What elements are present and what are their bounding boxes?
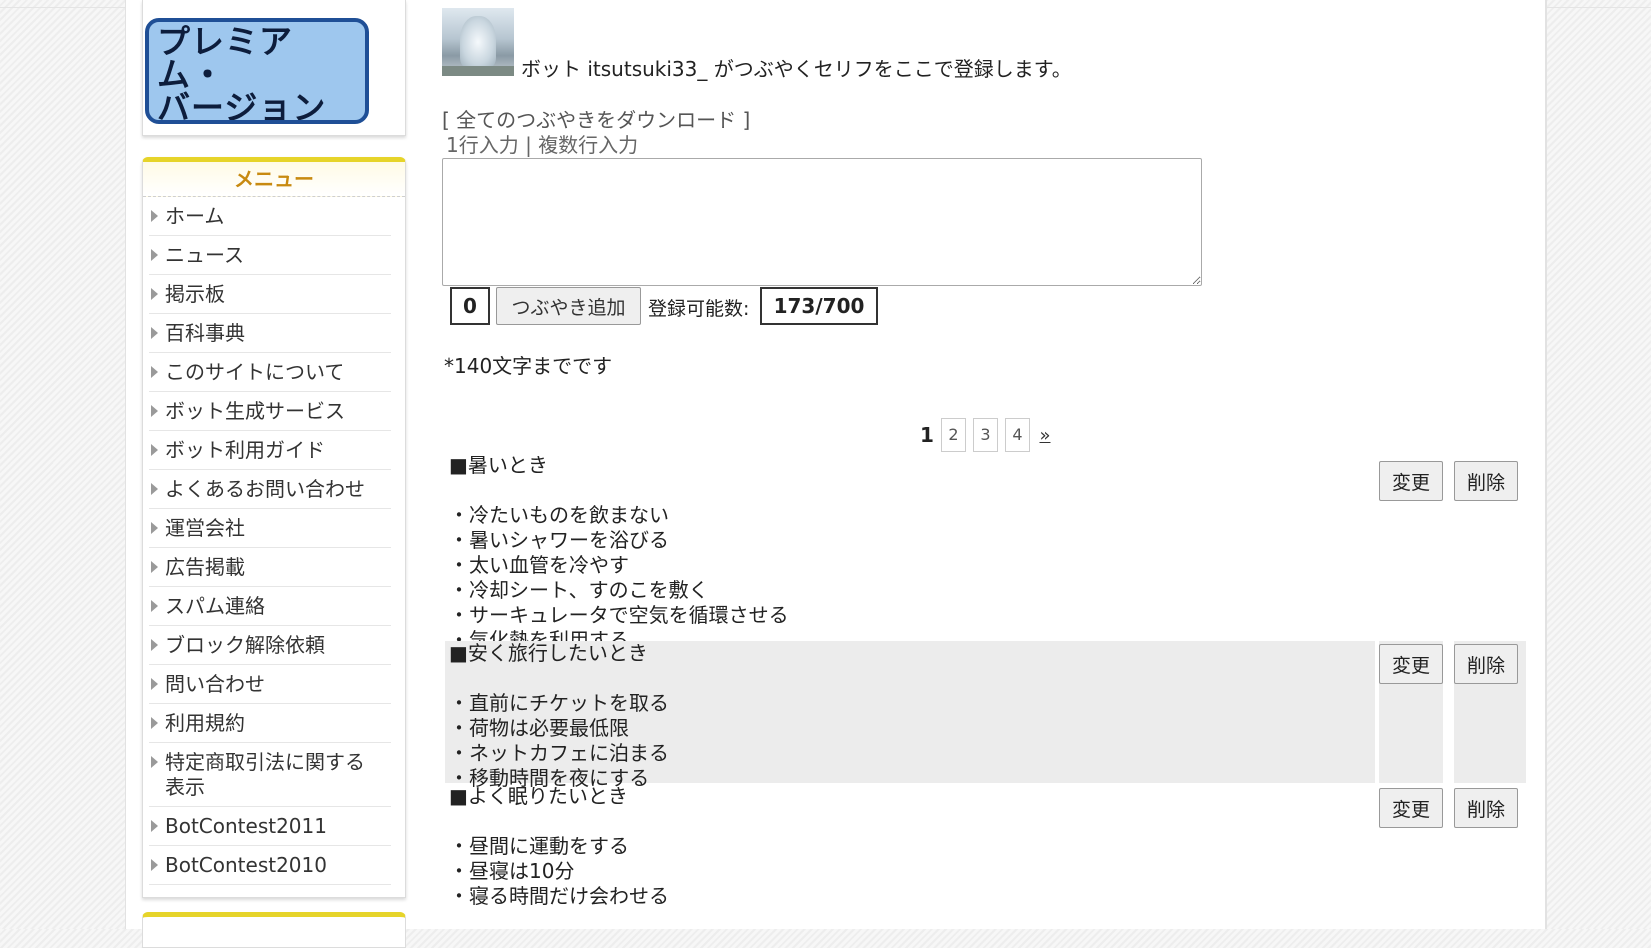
menu-item-label: 運営会社 (165, 516, 245, 540)
char-count-box: 0 (450, 287, 490, 325)
menu-arrow-icon (151, 859, 158, 871)
pagination: 1 2 3 4 » (920, 418, 1053, 452)
menu-arrow-icon (151, 717, 158, 729)
menu-item-label: 掲示板 (165, 282, 225, 306)
menu-item-label: 利用規約 (165, 711, 245, 735)
menu-arrow-icon (151, 756, 158, 768)
menu-arrow-icon (151, 820, 158, 832)
menu-item-label: BotContest2011 (165, 814, 327, 838)
premium-box: プレミアム・ バージョンは こちら (142, 0, 406, 136)
menu-arrow-icon (151, 288, 158, 300)
delete-button[interactable]: 削除 (1454, 461, 1518, 501)
menu-item-label: ホーム (165, 204, 225, 228)
menu-item-botcontest-2011[interactable]: BotContest2011 (149, 807, 391, 846)
menu-item-spam-report[interactable]: スパム連絡 (149, 587, 391, 626)
tweet-entry: ■よく眠りたいとき ・昼間に運動をする ・昼寝は10分 ・寝る時間だけ会わせる … (445, 784, 1523, 929)
pagination-page-3[interactable]: 3 (973, 418, 998, 452)
menu-item-terms[interactable]: 利用規約 (149, 704, 391, 743)
menu-item-label: BotContest2010 (165, 853, 327, 877)
pagination-current: 1 (920, 423, 934, 447)
menu-item-label: スパム連絡 (165, 594, 265, 618)
pagination-next-link[interactable]: » (1037, 425, 1053, 446)
menu-item-faq[interactable]: よくあるお問い合わせ (149, 470, 391, 509)
delete-button[interactable]: 削除 (1454, 788, 1518, 828)
entry-text: ■暑いとき ・冷たいものを飲まない ・暑いシャワーを浴びる ・太い血管を冷やす … (449, 453, 789, 652)
tweet-textarea[interactable] (442, 158, 1202, 286)
menu-arrow-icon (151, 405, 158, 417)
menu-item-label: 問い合わせ (165, 672, 265, 696)
menu-item-label: 特定商取引法に関する 表示 (165, 750, 365, 799)
bot-avatar-image (442, 8, 514, 76)
menu-item-label: ボット利用ガイド (165, 438, 325, 462)
menu-item-label: このサイトについて (165, 360, 345, 384)
menu-item-label: ボット生成サービス (165, 399, 345, 423)
char-limit-note: *140文字までです (444, 354, 613, 378)
menu-arrow-icon (151, 522, 158, 534)
menu-item-label: 広告掲載 (165, 555, 245, 579)
menu-item-about[interactable]: このサイトについて (149, 353, 391, 392)
menu-item-company[interactable]: 運営会社 (149, 509, 391, 548)
multi-line-mode-link[interactable]: 複数行入力 (538, 133, 638, 157)
single-line-mode-link[interactable]: 1行入力 (446, 133, 519, 157)
mode-separator: | (518, 133, 539, 157)
menu-item-contact[interactable]: 問い合わせ (149, 665, 391, 704)
menu-box: メニュー ホーム ニュース 掲示板 百科事典 このサイトについて ボット生成サー… (142, 157, 406, 898)
menu-title: メニュー (143, 162, 405, 197)
menu-arrow-icon (151, 483, 158, 495)
menu-arrow-icon (151, 249, 158, 261)
add-tweet-button[interactable]: つぶやき追加 (496, 287, 641, 325)
intro-text: ボット itsutsuki33_ がつぶやくセリフをここで登録します。 (521, 57, 1072, 81)
menu-item-advertising[interactable]: 広告掲載 (149, 548, 391, 587)
menu-list: ホーム ニュース 掲示板 百科事典 このサイトについて ボット生成サービス ボッ… (143, 197, 405, 885)
input-mode-switch: 1行入力 | 複数行入力 (446, 129, 638, 158)
edit-button[interactable]: 変更 (1379, 788, 1443, 828)
premium-version-banner[interactable]: プレミアム・ バージョンは こちら (145, 18, 369, 124)
delete-button[interactable]: 削除 (1454, 644, 1518, 684)
capacity-value: 173/700 (760, 287, 878, 325)
menu-arrow-icon (151, 444, 158, 456)
menu-item-label: ブロック解除依頼 (165, 633, 325, 657)
entry-text: ■よく眠りたいとき ・昼間に運動をする ・昼寝は10分 ・寝る時間だけ会わせる (449, 784, 669, 908)
edit-button[interactable]: 変更 (1379, 644, 1443, 684)
menu-item-news[interactable]: ニュース (149, 236, 391, 275)
menu-item-label: 百科事典 (165, 321, 245, 345)
tweet-entry: ■安く旅行したいとき ・直前にチケットを取る ・荷物は必要最低限 ・ネットカフェ… (445, 641, 1526, 790)
pagination-page-2[interactable]: 2 (941, 418, 966, 452)
menu-arrow-icon (151, 639, 158, 651)
menu-item-label: よくあるお問い合わせ (165, 477, 365, 501)
menu-item-unblock-request[interactable]: ブロック解除依頼 (149, 626, 391, 665)
menu-arrow-icon (151, 561, 158, 573)
menu-item-bot-service[interactable]: ボット生成サービス (149, 392, 391, 431)
menu-arrow-icon (151, 600, 158, 612)
menu-item-bot-guide[interactable]: ボット利用ガイド (149, 431, 391, 470)
menu-item-label: ニュース (165, 243, 244, 267)
entry-text: ■安く旅行したいとき ・直前にチケットを取る ・荷物は必要最低限 ・ネットカフェ… (449, 641, 669, 790)
menu-item-commerce-law[interactable]: 特定商取引法に関する 表示 (149, 743, 391, 807)
menu-arrow-icon (151, 366, 158, 378)
tweet-entry: ■暑いとき ・冷たいものを飲まない ・暑いシャワーを浴びる ・太い血管を冷やす … (445, 453, 1523, 652)
menu-arrow-icon (151, 678, 158, 690)
menu-item-encyclopedia[interactable]: 百科事典 (149, 314, 391, 353)
pagination-page-4[interactable]: 4 (1005, 418, 1030, 452)
menu-arrow-icon (151, 210, 158, 222)
ice-sculpture-figure (460, 16, 496, 68)
edit-button[interactable]: 変更 (1379, 461, 1443, 501)
menu-item-board[interactable]: 掲示板 (149, 275, 391, 314)
avatar-ground (442, 66, 514, 76)
menu-item-botcontest-2010[interactable]: BotContest2010 (149, 846, 391, 885)
menu-item-home[interactable]: ホーム (149, 197, 391, 236)
next-sidebar-box (142, 912, 406, 948)
capacity-label: 登録可能数: (648, 298, 750, 320)
menu-arrow-icon (151, 327, 158, 339)
